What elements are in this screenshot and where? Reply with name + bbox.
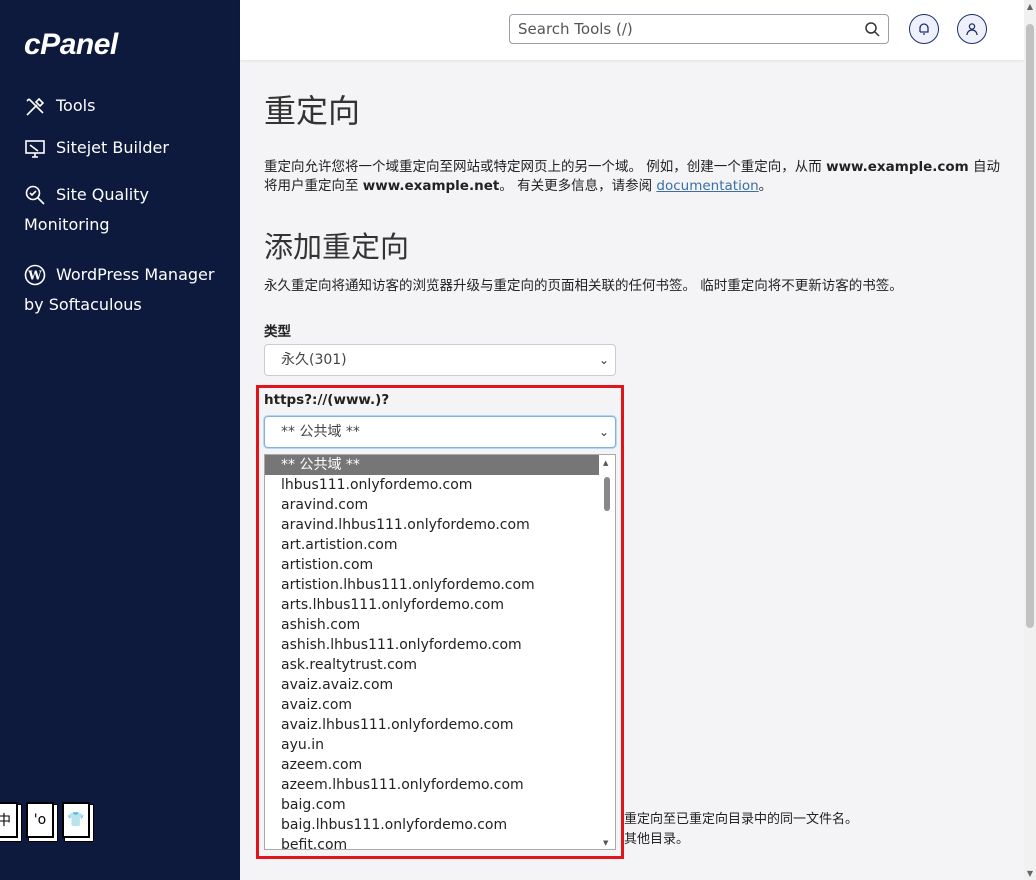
page-description: 重定向允许您将一个域重定向至网站或特定网页上的另一个域。 例如，创建一个重定向，… — [264, 158, 1004, 196]
sidebar-item-label: WordPress Manager — [56, 265, 215, 284]
sidebar-item-label: Sitejet Builder — [56, 138, 169, 157]
desc-example-to: www.example.net — [362, 178, 500, 194]
top-bar — [240, 0, 1024, 60]
bottom-toolbar: 中 'o 👕 — [0, 802, 90, 838]
sidebar-nav: Tools Sitejet Builder Site Quality Monit… — [24, 96, 234, 340]
page-title: 重定向 — [264, 92, 361, 130]
behind-text: 其他目录。 — [624, 832, 690, 847]
tools-icon — [24, 96, 48, 118]
sidebar-item-label-line2: by Softaculous — [24, 295, 142, 314]
skin-icon[interactable]: 👕 — [62, 802, 90, 838]
sidebar: cPanel Tools Sitejet Builder Site Qualit… — [0, 0, 240, 880]
desc-text: 。 — [758, 178, 773, 194]
punctuation-icon[interactable]: 'o — [26, 802, 54, 838]
search-input[interactable] — [510, 15, 856, 43]
user-menu-button[interactable] — [957, 14, 987, 44]
desc-text: 。 有关更多信息，请参阅 — [499, 178, 657, 194]
sidebar-item-sitejet[interactable]: Sitejet Builder — [24, 138, 234, 160]
desc-example-from: www.example.com — [826, 159, 969, 175]
sidebar-item-label: Site Quality — [56, 185, 149, 204]
sidebar-item-tools[interactable]: Tools — [24, 96, 234, 118]
search-box — [509, 14, 889, 44]
type-select-value: 永久(301) — [281, 352, 347, 368]
language-icon[interactable]: 中 — [0, 802, 18, 838]
main-content: 重定向 重定向允许您将一个域重定向至网站或特定网页上的另一个域。 例如，创建一个… — [264, 60, 1004, 340]
search-icon[interactable] — [864, 21, 880, 37]
section-description: 永久重定向将通知访客的浏览器升级与重定向的页面相关联的任何书签。 临时重定向将不… — [264, 278, 903, 294]
notifications-button[interactable] — [909, 14, 939, 44]
page-scrollbar[interactable]: ▲ ▼ — [1024, 0, 1036, 880]
scroll-down-icon[interactable]: ▼ — [1026, 869, 1034, 878]
site-quality-icon — [24, 184, 48, 206]
sidebar-item-label-line2: Monitoring — [24, 215, 110, 234]
wordpress-icon: W — [24, 264, 48, 286]
documentation-link[interactable]: documentation — [656, 178, 758, 194]
sidebar-item-wordpress[interactable]: W WordPress Manager by Softaculous — [24, 260, 234, 320]
user-icon — [966, 23, 978, 36]
scrollbar-thumb[interactable] — [1026, 24, 1034, 628]
scroll-up-icon[interactable]: ▲ — [1026, 2, 1034, 11]
svg-text:W: W — [27, 269, 42, 283]
highlight-annotation-box — [256, 385, 624, 859]
type-label: 类型 — [264, 324, 291, 340]
sidebar-item-site-quality[interactable]: Site Quality Monitoring — [24, 180, 234, 240]
type-select[interactable]: 永久(301) ⌄ — [264, 344, 616, 376]
desc-text: 重定向允许您将一个域重定向至网站或特定网页上的另一个域。 例如，创建一个重定向，… — [264, 159, 827, 175]
bell-icon — [919, 23, 929, 35]
sidebar-item-label: Tools — [56, 96, 96, 115]
behind-text: 重定向至已重定向目录中的同一文件名。 — [624, 812, 859, 827]
cpanel-logo[interactable]: cPanel — [24, 28, 118, 62]
chevron-down-icon: ⌄ — [598, 353, 609, 367]
section-title: 添加重定向 — [264, 230, 410, 264]
sitejet-icon — [24, 138, 48, 160]
